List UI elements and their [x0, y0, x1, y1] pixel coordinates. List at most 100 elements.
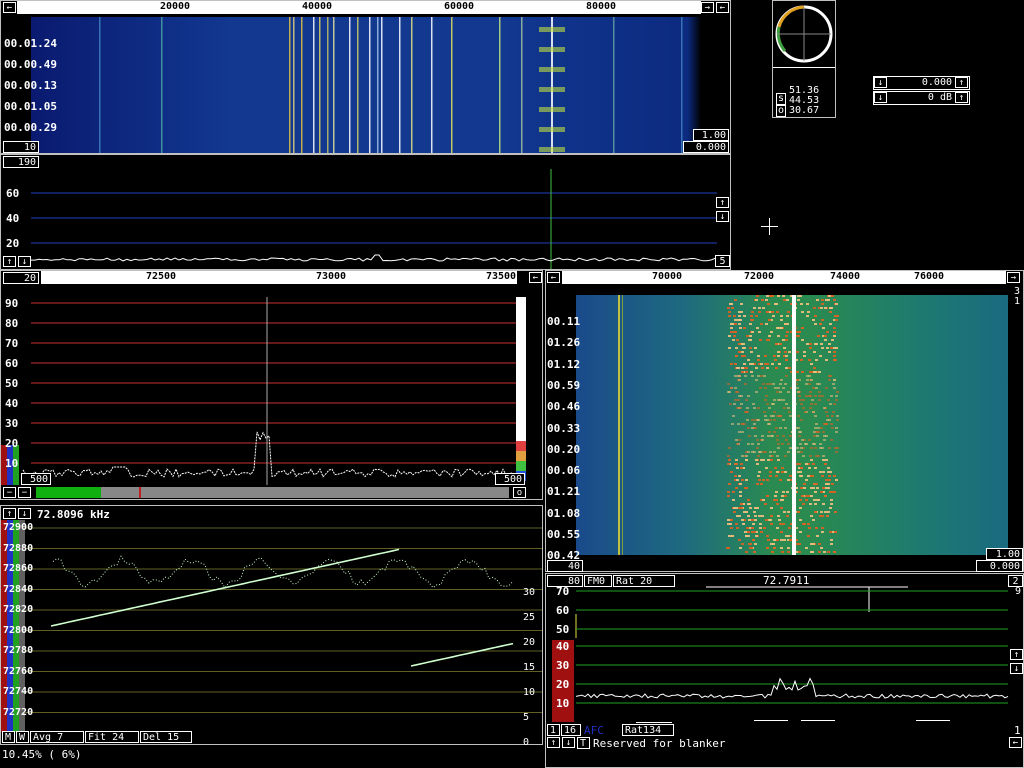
baseband-waterfall-image[interactable] [576, 295, 1008, 555]
freq-tick: 72000 [744, 271, 774, 282]
time-label: 01.08 [547, 507, 580, 520]
wide-waterfall-window[interactable]: 20000 40000 60000 80000 ← → ← 00.01.24 0… [0, 0, 731, 154]
box-16[interactable]: 16 [561, 724, 581, 736]
rat134-box[interactable]: Rat134 [622, 724, 674, 736]
decrease-button[interactable]: ↓ [874, 77, 887, 88]
y-tick: 72780 [3, 645, 33, 656]
scroll-left-button[interactable]: ← [3, 2, 16, 13]
wide-waterfall-freq-axis: 20000 40000 60000 80000 [17, 1, 701, 15]
up-button[interactable]: ↑ [3, 256, 16, 267]
frequency-plot-window[interactable]: ↑ ↓ 72.8096 kHz 72900 72880 72860 72840 7282… [0, 505, 543, 745]
baseband-spectrum-graph[interactable] [546, 586, 1011, 722]
left-scale-box[interactable]: 500 [21, 473, 51, 485]
crosshair-cursor-icon [761, 218, 778, 235]
y-tick: 20 [6, 237, 19, 250]
freq-tick: 73000 [316, 271, 346, 282]
high-res-graph[interactable] [1, 285, 531, 485]
level-control-1[interactable]: ↓ 0.000 ↑ [873, 76, 970, 90]
level-up-button[interactable]: ↑ [716, 197, 729, 208]
level-down-button[interactable]: ↓ [1010, 663, 1023, 674]
y-tick: 72900 [3, 522, 33, 533]
scroll-left-button[interactable]: ← [547, 272, 560, 283]
wide-spectrum-window[interactable]: 190 60 40 20 ↑ ↓ ↑ ↓ 5 [0, 154, 731, 270]
minus-button[interactable]: − [3, 487, 16, 498]
y-tick: 10 [5, 457, 18, 470]
y-tick: 40 [5, 397, 18, 410]
right-tick: 10 [523, 687, 535, 698]
level-down-button[interactable]: ↓ [716, 211, 729, 222]
level-control-2[interactable]: ↓ 0 dB ↑ [873, 91, 970, 105]
fit-setting[interactable]: Fit 24 [85, 731, 139, 743]
gain-box[interactable]: 10 [3, 141, 39, 153]
freq-plot-graph[interactable] [1, 520, 542, 732]
offset-box[interactable]: 0.000 [976, 560, 1023, 572]
y-tick: 72720 [3, 707, 33, 718]
freq-tick: 70000 [652, 271, 682, 282]
meter-s-label: s [776, 93, 786, 105]
up-button[interactable]: ↑ [547, 737, 560, 748]
right-scale-box[interactable]: 500 [495, 473, 525, 485]
freq-tick: 40000 [302, 1, 332, 12]
y-tick: 50 [5, 377, 18, 390]
t-button[interactable]: T [577, 737, 590, 749]
time-label: 00.11 [547, 315, 580, 328]
y-tick: 60 [6, 187, 19, 200]
y-tick: 72800 [3, 625, 33, 636]
contrast-box[interactable]: 1.00 [986, 548, 1023, 560]
scroll-right-button[interactable]: → [701, 2, 714, 13]
box-1[interactable]: 1 [547, 724, 560, 736]
time-label: 00.00.13 [4, 79, 57, 92]
scroll-left-button-2[interactable]: ← [716, 2, 729, 13]
wide-spectrum-graph[interactable] [31, 169, 717, 269]
y-tick: 90 [5, 297, 18, 310]
contrast-box[interactable]: 1.00 [693, 129, 729, 141]
y-tick: 20 [556, 678, 569, 691]
mode-m-button[interactable]: M [2, 731, 15, 743]
y-tick: 72860 [3, 563, 33, 574]
mode-w-button[interactable]: W [16, 731, 29, 743]
o-button[interactable]: o [513, 487, 526, 498]
right-tick: 5 [523, 712, 529, 723]
bandwidth-markers [636, 720, 1006, 724]
freq-tick: 20000 [160, 1, 190, 12]
high-res-spectrum-window[interactable]: 20 72500 73000 73500 ← 90 80 70 60 50 40 30 20 1… [0, 270, 543, 500]
time-label: 00.01.24 [4, 37, 57, 50]
up-button[interactable]: ↑ [3, 508, 16, 519]
down-button[interactable]: ↓ [18, 256, 31, 267]
increase-button[interactable]: ↑ [955, 92, 968, 103]
y-tick: 72840 [3, 584, 33, 595]
gain-box[interactable]: 40 [547, 560, 583, 572]
scroll-left-button[interactable]: ← [1009, 737, 1022, 748]
spectrum-right-box[interactable]: 5 [715, 255, 730, 267]
polar-meter [775, 3, 833, 65]
signal-level-bar[interactable] [36, 487, 509, 498]
baseband-spectrum-window[interactable]: 80 FM0 Rat 20 72.7911 2 9 70 60 50 40 30 20 10… [545, 573, 1024, 768]
meter-window: s o 51.36 44.53 30.67 [772, 0, 836, 118]
avg-setting[interactable]: Avg 7 [30, 731, 84, 743]
afc-label[interactable]: AFC [584, 724, 604, 737]
y-tick: 72880 [3, 543, 33, 554]
y-tick: 40 [556, 640, 569, 653]
decrease-button[interactable]: ↓ [874, 92, 887, 103]
right-tick: 15 [523, 662, 535, 673]
down-button[interactable]: ↓ [18, 508, 31, 519]
cpu-usage: 10.45% ( 6%) [2, 748, 81, 761]
y-tick: 30 [556, 659, 569, 672]
y-tick: 50 [556, 623, 569, 636]
minus-button-2[interactable]: − [18, 487, 31, 498]
increase-button[interactable]: ↑ [955, 77, 968, 88]
avg-box[interactable]: 190 [3, 156, 39, 168]
offset-box[interactable]: 0.000 [683, 141, 729, 153]
baseband-waterfall-window[interactable]: ← 70000 72000 74000 76000 → 3 1 00.11 01.… [545, 270, 1024, 572]
scroll-right-button[interactable]: → [1007, 272, 1020, 283]
scroll-left-button[interactable]: ← [529, 272, 542, 283]
time-label: 00.55 [547, 528, 580, 541]
time-label: 00.20 [547, 443, 580, 456]
wide-waterfall-image[interactable] [31, 17, 701, 153]
del-setting[interactable]: Del 15 [140, 731, 192, 743]
status-text: Reserved for blanker [593, 737, 725, 750]
down-button[interactable]: ↓ [562, 737, 575, 748]
level-up-button[interactable]: ↑ [1010, 649, 1023, 660]
time-label: 01.26 [547, 336, 580, 349]
avg-box[interactable]: 20 [3, 272, 39, 284]
